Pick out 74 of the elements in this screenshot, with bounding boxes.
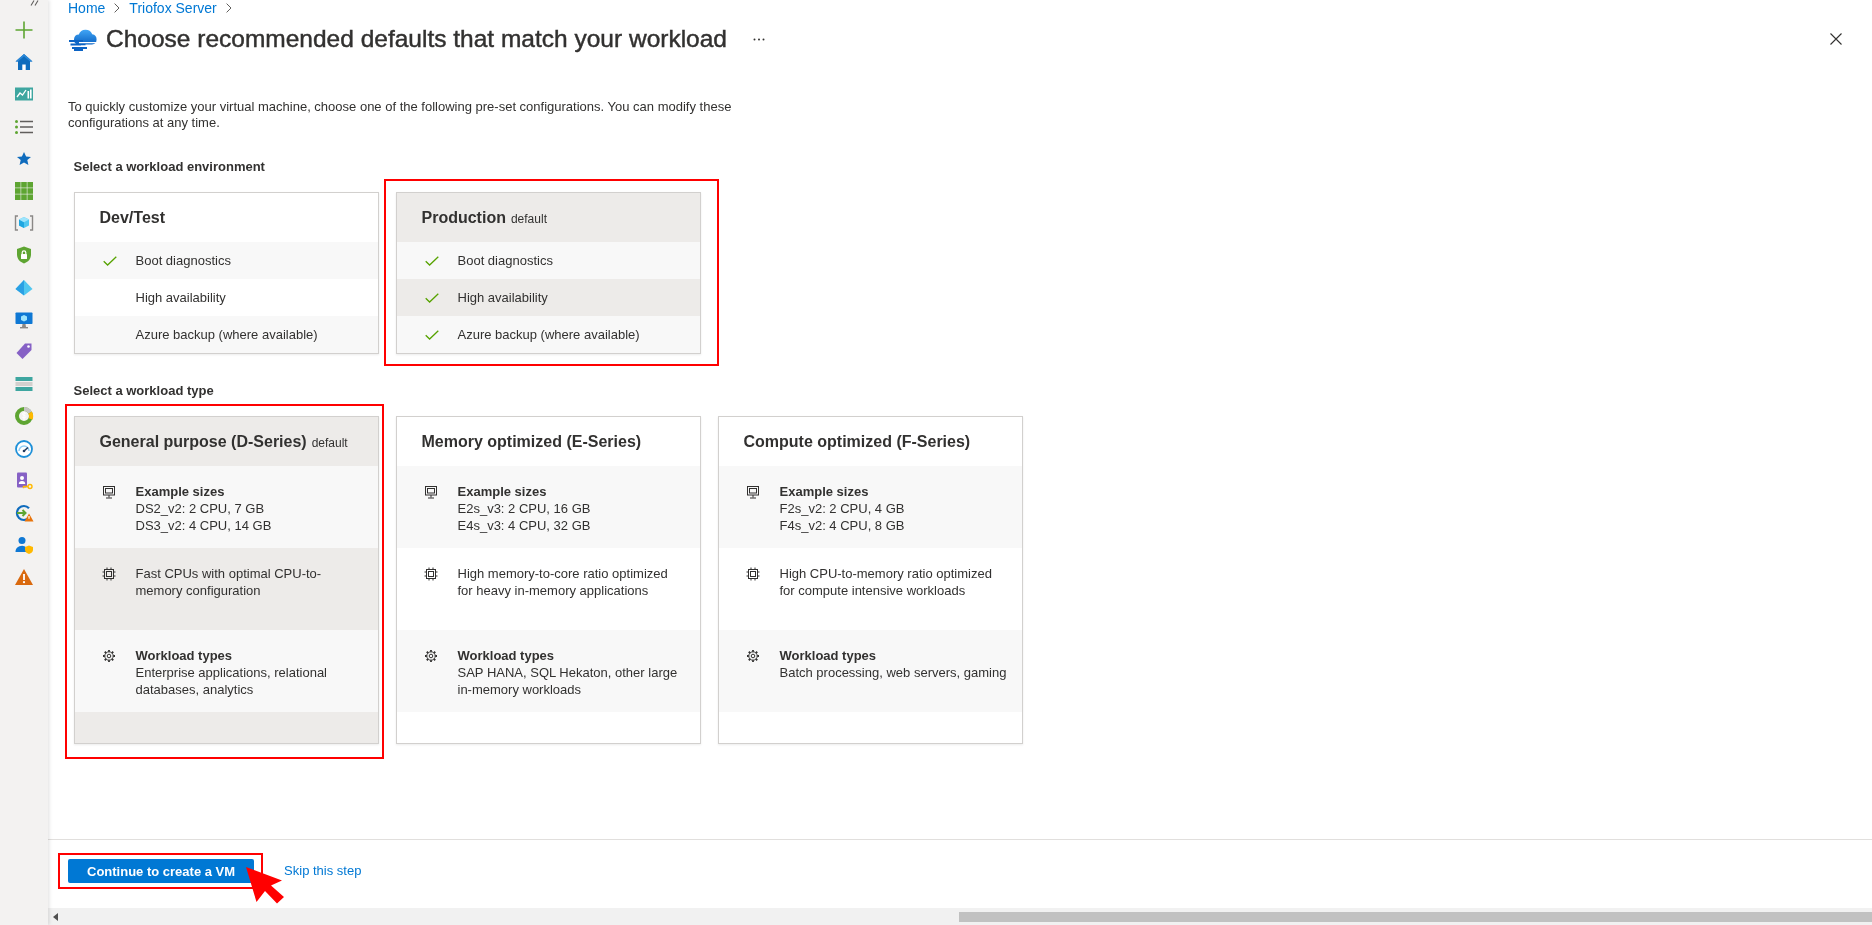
- double-chevron-icon[interactable]: [30, 0, 39, 6]
- chevron-right-icon: [225, 3, 232, 13]
- option-card[interactable]: Dev/Test Boot diagnostics High availability Azure backup (where available): [73, 192, 379, 354]
- feature-label: Boot diagnostics: [135, 253, 231, 268]
- section-text: Enterprise applications, relational databases, analytics: [135, 664, 328, 698]
- tag-icon[interactable]: [14, 341, 34, 362]
- monitor-icon: [101, 485, 116, 499]
- breadcrumb-link[interactable]: Home: [68, 0, 106, 16]
- cube-icon[interactable]: [14, 213, 34, 234]
- size-spec-text: F2s_v2: 2 CPU, 4 GB: [779, 500, 905, 517]
- chevron-right-icon: [114, 3, 121, 13]
- star-icon[interactable]: [17, 152, 31, 166]
- section-text: High CPU-to-memory ratio optimized for compute intensive workloads: [779, 565, 993, 599]
- feature-label: Boot diagnostics: [457, 253, 553, 268]
- scrollbar-thumb[interactable]: [959, 911, 1872, 922]
- horizontal-scrollbar[interactable]: [48, 908, 1872, 925]
- size-spec-text: F4s_v2: 4 CPU, 8 GB: [779, 517, 905, 534]
- section-text: SAP HANA, SQL Hekaton, other large in-memory workloads: [457, 664, 679, 698]
- cloud-icon: [69, 27, 97, 51]
- card-title: Compute optimized (F-Series): [743, 432, 971, 451]
- arrow-warning-icon[interactable]: [14, 502, 34, 523]
- size-spec-text: E2s_v3: 2 CPU, 16 GB: [457, 500, 591, 517]
- size-spec-text: DS2_v2: 2 CPU, 7 GB: [135, 500, 265, 517]
- feature-label: High availability: [135, 290, 226, 305]
- section-text: Fast CPUs with optimal CPU-to-memory configuration: [135, 565, 323, 599]
- section-heading: Example sizes: [779, 483, 869, 500]
- dollar-donut-icon[interactable]: [14, 406, 34, 427]
- continue-button[interactable]: Continue to create a VM: [68, 859, 255, 883]
- card-title: Production: [421, 208, 506, 227]
- home-icon[interactable]: [14, 52, 34, 73]
- feature-label: Azure backup (where available): [457, 327, 640, 342]
- grid-icon[interactable]: [14, 181, 34, 202]
- card-title: General purpose (D-Series): [99, 432, 307, 451]
- option-card[interactable]: [395, 416, 701, 744]
- chip-icon: [101, 567, 116, 581]
- card-title: Dev/Test: [99, 208, 165, 227]
- chip-icon: [423, 567, 438, 581]
- feature-label: Azure backup (where available): [135, 327, 318, 342]
- description-text: To quickly customize your virtual machine, choose one of the following pre-set configurations. You can modify these configurations at any time.: [68, 99, 733, 131]
- section-text: Batch processing, web servers, gaming: [779, 664, 1007, 681]
- size-spec-text: E4s_v3: 4 CPU, 32 GB: [457, 517, 591, 534]
- tag-label: default: [510, 212, 547, 226]
- gauge-icon[interactable]: [14, 438, 34, 459]
- card-title: Memory optimized (E-Series): [421, 432, 642, 451]
- shield-lock-icon[interactable]: [14, 245, 34, 266]
- option-card[interactable]: [717, 416, 1023, 744]
- feature-label: High availability: [457, 290, 548, 305]
- size-spec-text: DS3_v2: 4 CPU, 14 GB: [135, 517, 272, 534]
- more-icon[interactable]: [753, 37, 765, 41]
- tag-label: default: [311, 436, 348, 450]
- section-heading: Workload types: [135, 647, 233, 664]
- chip-icon: [745, 567, 760, 581]
- monitor-icon: [745, 485, 760, 499]
- section-heading: Example sizes: [457, 483, 547, 500]
- section-heading: Workload types: [779, 647, 877, 664]
- close-icon[interactable]: [1830, 33, 1842, 45]
- section-title: Select a workload type: [73, 382, 214, 399]
- section-heading: Example sizes: [135, 483, 225, 500]
- warning-icon[interactable]: [14, 567, 34, 588]
- user-shield-icon[interactable]: [14, 535, 34, 556]
- gear-icon: [745, 649, 760, 663]
- gear-icon: [101, 649, 116, 663]
- section-title: Select a workload environment: [73, 158, 265, 175]
- breadcrumb-link[interactable]: Triofox Server: [129, 0, 217, 16]
- monitor-icon: [423, 485, 438, 499]
- plus-icon[interactable]: [14, 20, 34, 41]
- gear-icon: [423, 649, 438, 663]
- scroll-left-icon[interactable]: [53, 912, 58, 921]
- option-card[interactable]: Production default Boot diagnostics High availability Azure backup (where available): [395, 192, 701, 354]
- section-text: High memory-to-core ratio optimized for heavy in-memory applications: [457, 565, 669, 599]
- page-title: Choose recommended defaults that match your workload: [106, 24, 727, 54]
- skip-link[interactable]: Skip this step: [284, 859, 362, 883]
- section-heading: Workload types: [457, 647, 555, 664]
- id-badge-key-icon[interactable]: [14, 470, 34, 491]
